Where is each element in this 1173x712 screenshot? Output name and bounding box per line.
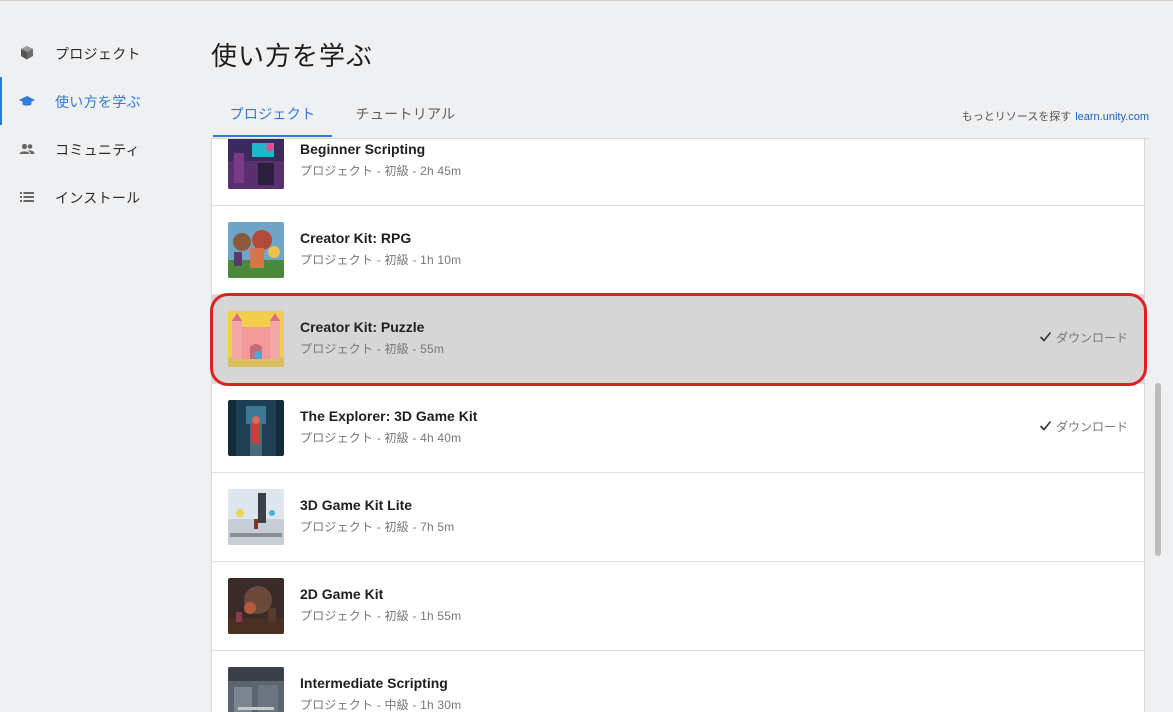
project-title: Creator Kit: Puzzle [300,319,425,335]
project-title: The Explorer: 3D Game Kit [300,408,478,424]
download-label: ダウンロード [1055,420,1128,434]
project-list: Beginner Scripting プロジェクト - 初級 - 2h 45m … [211,139,1145,712]
sidebar-item-label: プロジェクト [55,46,141,62]
list-icon [19,189,35,205]
list-item[interactable]: Beginner Scripting プロジェクト - 初級 - 2h 45m [212,139,1144,206]
more-resources: もっとリソースを探す learn.unity.com [962,108,1149,124]
sidebar-item-projects[interactable]: プロジェクト [0,29,190,77]
download-status[interactable]: ダウンロード [1039,329,1128,346]
project-thumbnail [228,139,284,189]
top-divider [0,0,1173,1]
sidebar-item-learn[interactable]: 使い方を学ぶ [0,77,190,125]
project-title: 2D Game Kit [300,586,384,602]
project-title: Beginner Scripting [300,141,426,157]
project-meta: プロジェクト - 初級 - 4h 40m [300,431,462,445]
tab-projects[interactable]: プロジェクト [213,96,332,136]
active-tab-indicator [213,135,332,137]
graduation-cap-icon [19,93,35,109]
project-meta: プロジェクト - 初級 - 7h 5m [300,520,455,534]
download-label: ダウンロード [1055,331,1128,345]
project-thumbnail [228,489,284,545]
project-meta: プロジェクト - 初級 - 55m [300,342,445,356]
list-item[interactable]: The Explorer: 3D Game Kit プロジェクト - 初級 - … [212,384,1144,473]
project-meta: プロジェクト - 中級 - 1h 30m [300,698,462,712]
list-item[interactable]: 2D Game Kit プロジェクト - 初級 - 1h 55m [212,562,1144,651]
more-resources-text: もっとリソースを探す [961,111,1072,123]
list-item[interactable]: 3D Game Kit Lite プロジェクト - 初級 - 7h 5m [212,473,1144,562]
check-icon [1039,330,1052,346]
sidebar-item-label: 使い方を学ぶ [55,94,141,110]
list-item[interactable]: Creator Kit: RPG プロジェクト - 初級 - 1h 10m [212,206,1144,295]
learn-unity-link[interactable]: learn.unity.com [1075,111,1149,123]
project-title: 3D Game Kit Lite [300,497,413,513]
project-meta: プロジェクト - 初級 - 1h 10m [300,253,462,267]
tab-tutorials[interactable]: チュートリアル [343,96,468,136]
project-thumbnail [228,311,284,367]
cube-icon [19,45,35,61]
sidebar-item-label: インストール [55,190,141,206]
project-meta: プロジェクト - 初級 - 2h 45m [300,164,462,178]
sidebar-item-installs[interactable]: インストール [0,173,190,221]
project-thumbnail [228,578,284,634]
download-status[interactable]: ダウンロード [1039,418,1128,435]
project-title: Creator Kit: RPG [300,230,412,246]
people-icon [19,141,35,157]
project-meta: プロジェクト - 初級 - 1h 55m [300,609,462,623]
page-title: 使い方を学ぶ [211,41,374,71]
sidebar-item-community[interactable]: コミュニティ [0,125,190,173]
project-thumbnail [228,667,284,712]
project-title: Intermediate Scripting [300,675,448,691]
scrollbar[interactable] [1155,383,1161,556]
sidebar-item-label: コミュニティ [55,142,140,158]
list-item[interactable]: Intermediate Scripting プロジェクト - 中級 - 1h … [212,651,1144,712]
list-item[interactable]: Creator Kit: Puzzle プロジェクト - 初級 - 55m ダウ… [212,295,1144,384]
project-thumbnail [228,400,284,456]
sidebar: プロジェクト 使い方を学ぶ コミュニティ インストール [0,29,190,221]
project-thumbnail [228,222,284,278]
check-icon [1039,419,1052,435]
